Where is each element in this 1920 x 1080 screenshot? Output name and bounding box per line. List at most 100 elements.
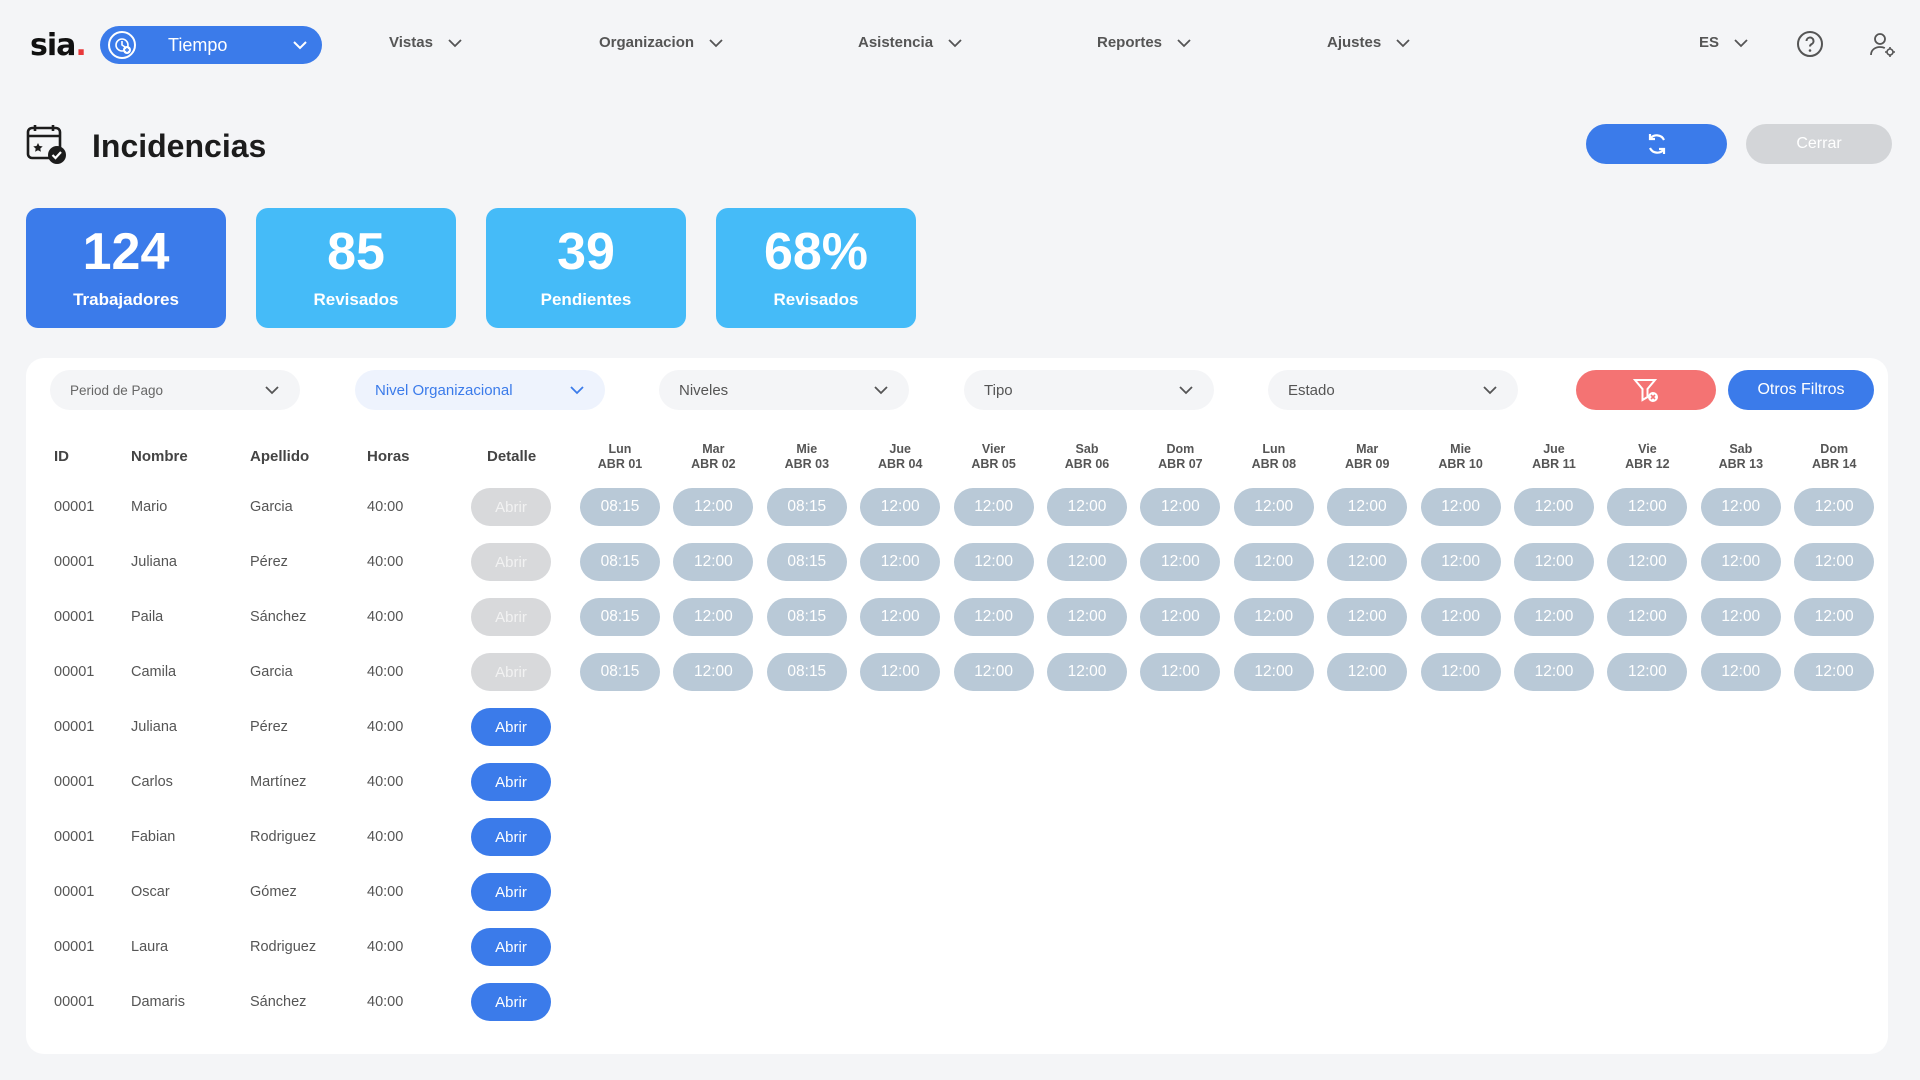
stat-label: Trabajadores [73, 290, 179, 309]
stat-card[interactable]: 85 Revisados [256, 208, 456, 328]
time-pill[interactable]: 12:00 [860, 543, 941, 581]
time-pill[interactable]: 12:00 [860, 488, 941, 526]
other-filters-button[interactable]: Otros Filtros [1728, 370, 1874, 410]
cell-horas: 40:00 [367, 554, 404, 570]
open-detail-button[interactable]: Abrir [471, 488, 551, 526]
time-pill[interactable]: 12:00 [1047, 598, 1127, 636]
open-detail-button[interactable]: Abrir [471, 818, 551, 856]
filter-dropdown[interactable]: Estado [1268, 370, 1518, 410]
time-pill[interactable]: 12:00 [1514, 598, 1594, 636]
open-detail-button[interactable]: Abrir [471, 653, 551, 691]
open-detail-button[interactable]: Abrir [471, 543, 551, 581]
time-pill[interactable]: 12:00 [1700, 653, 1781, 691]
header-horas[interactable]: Horas [367, 448, 410, 465]
open-detail-button[interactable]: Abrir [471, 873, 551, 911]
stat-card[interactable]: 39 Pendientes [486, 208, 686, 328]
logo[interactable]: sia. [30, 28, 87, 63]
time-pill[interactable]: 12:00 [1700, 543, 1781, 581]
chevron-down-icon [1734, 38, 1748, 47]
time-pill[interactable]: 12:00 [1047, 543, 1127, 581]
time-pill[interactable]: 12:00 [1047, 488, 1127, 526]
time-pill[interactable]: 12:00 [1794, 488, 1875, 526]
filter-dropdown[interactable]: Tipo [964, 370, 1214, 410]
time-pill[interactable]: 12:00 [1233, 488, 1314, 526]
cell-apellido: Rodriguez [250, 939, 317, 955]
user-gear-icon[interactable] [1868, 30, 1898, 60]
nav-vistas[interactable]: Vistas [389, 34, 463, 51]
time-pill[interactable]: 08:15 [580, 543, 660, 581]
header-nombre[interactable]: Nombre [131, 448, 188, 465]
time-pill[interactable]: 12:00 [1327, 543, 1408, 581]
time-pill[interactable]: 12:00 [673, 598, 754, 636]
time-pill[interactable]: 12:00 [1327, 653, 1408, 691]
time-pill[interactable]: 12:00 [1514, 543, 1594, 581]
time-pill[interactable]: 12:00 [1607, 488, 1688, 526]
open-detail-button[interactable]: Abrir [471, 598, 551, 636]
time-pill[interactable]: 12:00 [1327, 488, 1408, 526]
time-pill[interactable]: 08:15 [766, 543, 847, 581]
time-pill[interactable]: 12:00 [1514, 653, 1594, 691]
language-selector[interactable]: ES [1699, 34, 1749, 51]
time-pill[interactable]: 12:00 [860, 653, 941, 691]
help-circle-icon[interactable] [1796, 30, 1824, 58]
time-pill[interactable]: 12:00 [1047, 653, 1127, 691]
open-detail-button[interactable]: Abrir [471, 763, 551, 801]
time-pill[interactable]: 12:00 [673, 543, 754, 581]
time-pill[interactable]: 12:00 [860, 598, 941, 636]
time-pill[interactable]: 12:00 [1607, 598, 1688, 636]
filter-dropdown[interactable]: Niveles [659, 370, 909, 410]
time-pill[interactable]: 12:00 [1420, 653, 1501, 691]
filter-dropdown[interactable]: Nivel Organizacional [355, 370, 605, 410]
time-pill[interactable]: 12:00 [953, 653, 1034, 691]
close-button[interactable]: Cerrar [1746, 124, 1892, 164]
time-pill[interactable]: 12:00 [1233, 543, 1314, 581]
clear-filters-button[interactable] [1576, 370, 1716, 410]
time-pill[interactable]: 12:00 [1794, 598, 1875, 636]
time-pill[interactable]: 12:00 [1233, 653, 1314, 691]
time-pill[interactable]: 12:00 [1140, 488, 1221, 526]
day-name: Mar [1356, 442, 1379, 456]
refresh-button[interactable] [1586, 124, 1727, 164]
module-selector[interactable]: Tiempo [100, 26, 322, 64]
time-pill[interactable]: 12:00 [1794, 653, 1875, 691]
time-pill[interactable]: 08:15 [766, 653, 847, 691]
time-pill[interactable]: 12:00 [1420, 488, 1501, 526]
time-pill[interactable]: 12:00 [1794, 543, 1875, 581]
filter-dropdown[interactable]: Period de Pago [50, 370, 300, 410]
time-pill[interactable]: 12:00 [1607, 543, 1688, 581]
time-pill[interactable]: 12:00 [1700, 598, 1781, 636]
nav-reportes[interactable]: Reportes [1097, 34, 1192, 51]
time-pill[interactable]: 12:00 [1233, 598, 1314, 636]
open-detail-button[interactable]: Abrir [471, 708, 551, 746]
time-pill[interactable]: 12:00 [953, 543, 1034, 581]
stat-card[interactable]: 124 Trabajadores [26, 208, 226, 328]
cell-nombre: Juliana [131, 719, 177, 735]
time-pill[interactable]: 12:00 [1514, 488, 1594, 526]
time-pill[interactable]: 08:15 [766, 488, 847, 526]
open-detail-button[interactable]: Abrir [471, 983, 551, 1021]
time-pill[interactable]: 12:00 [1700, 488, 1781, 526]
day-header: Dom ABR 07 [1140, 442, 1220, 472]
time-pill[interactable]: 12:00 [1140, 653, 1221, 691]
time-pill[interactable]: 08:15 [766, 598, 847, 636]
stat-card[interactable]: 68% Revisados [716, 208, 916, 328]
time-pill[interactable]: 08:15 [580, 598, 660, 636]
time-pill[interactable]: 12:00 [1607, 653, 1688, 691]
time-pill[interactable]: 12:00 [673, 653, 754, 691]
time-pill[interactable]: 12:00 [673, 488, 754, 526]
time-pill[interactable]: 12:00 [953, 488, 1034, 526]
open-detail-button[interactable]: Abrir [471, 928, 551, 966]
time-pill[interactable]: 12:00 [1327, 598, 1408, 636]
time-pill[interactable]: 12:00 [1140, 598, 1221, 636]
time-pill[interactable]: 12:00 [1420, 543, 1501, 581]
header-apellido[interactable]: Apellido [250, 448, 309, 465]
time-pill[interactable]: 08:15 [580, 488, 660, 526]
nav-asistencia[interactable]: Asistencia [858, 34, 963, 51]
time-pill[interactable]: 12:00 [1140, 543, 1221, 581]
time-pill[interactable]: 08:15 [580, 653, 660, 691]
day-header: Dom ABR 14 [1794, 442, 1874, 472]
time-pill[interactable]: 12:00 [953, 598, 1034, 636]
nav-organizacion[interactable]: Organizacion [599, 34, 724, 51]
nav-ajustes[interactable]: Ajustes [1327, 34, 1411, 51]
time-pill[interactable]: 12:00 [1420, 598, 1501, 636]
